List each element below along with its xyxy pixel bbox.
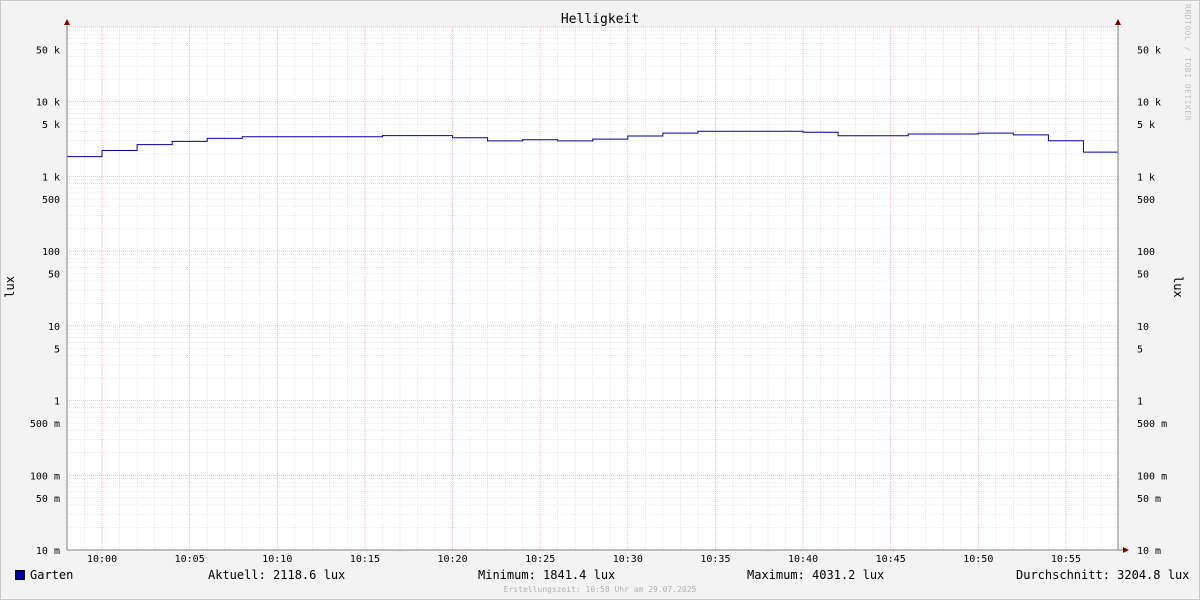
- y-tick-label-right: 50 k: [1137, 45, 1161, 56]
- y-tick-label-left: 10 k: [36, 98, 60, 109]
- x-tick-label: 10:05: [175, 554, 205, 565]
- y-tick-label-left: 100: [42, 247, 60, 258]
- legend-series-name: Garten: [30, 568, 74, 582]
- x-tick-label: 10:00: [87, 554, 117, 565]
- x-tick-label: 10:35: [700, 554, 730, 565]
- y-tick-label-right: 1: [1137, 397, 1143, 408]
- y-tick-label-left: 5: [54, 344, 60, 355]
- y-tick-label-right: 100: [1137, 247, 1155, 258]
- y-tick-label-left: 500: [42, 195, 60, 206]
- y-tick-label-left: 1 k: [42, 172, 60, 183]
- y-axis-label-right: lux: [1171, 276, 1185, 298]
- x-tick-label: 10:25: [525, 554, 555, 565]
- y-axis-arrow-right: [1115, 19, 1121, 25]
- x-tick-label: 10:15: [350, 554, 380, 565]
- y-tick-label-left: 1: [54, 397, 60, 408]
- chart-title: Helligkeit: [561, 12, 639, 27]
- y-tick-label-right: 100 m: [1137, 471, 1167, 482]
- y-axis-label-left: lux: [3, 276, 17, 298]
- y-tick-label-right: 10 m: [1137, 546, 1161, 557]
- rrdtool-watermark: RRDTOOL / TOBI OETIKER: [1183, 4, 1192, 121]
- x-tick-label: 10:20: [437, 554, 467, 565]
- legend-maximum: Maximum: 4031.2 lux: [747, 568, 885, 582]
- y-tick-label-right: 500 m: [1137, 419, 1167, 430]
- brightness-chart: 50 k 50 k 10 k 10 k 5 k 5 k 1 k 1 k 500 500 100 100…: [30, 12, 1167, 565]
- x-tick-label: 10:50: [963, 554, 993, 565]
- legend-minimum: Minimum: 1841.4 lux: [478, 568, 616, 582]
- y-tick-label-left: 5 k: [42, 120, 60, 131]
- legend-durchschnitt: Durchschnitt: 3204.8 lux: [1016, 568, 1190, 582]
- creation-time-footer: Erstellungszeit: 10:58 Uhr am 29.07.2025: [503, 585, 697, 594]
- x-tick-label: 10:30: [613, 554, 643, 565]
- y-axis-arrow-left: [64, 19, 70, 25]
- y-tick-label-right: 50: [1137, 270, 1149, 281]
- legend-aktuell: Aktuell: 2118.6 lux: [208, 568, 346, 582]
- x-tick-label: 10:45: [876, 554, 906, 565]
- y-tick-label-left: 10: [48, 322, 60, 333]
- y-tick-label-left: 500 m: [30, 419, 60, 430]
- y-tick-label-left: 100 m: [30, 471, 60, 482]
- y-tick-label-right: 50 m: [1137, 494, 1161, 505]
- y-tick-label-right: 5 k: [1137, 120, 1155, 131]
- legend-color-swatch: [15, 570, 25, 580]
- y-tick-label-left: 50 m: [36, 494, 60, 505]
- y-tick-label-left: 50: [48, 270, 60, 281]
- x-tick-label: 10:10: [262, 554, 292, 565]
- y-tick-label-right: 10 k: [1137, 98, 1161, 109]
- y-tick-label-right: 10: [1137, 322, 1149, 333]
- x-tick-label: 10:40: [788, 554, 818, 565]
- x-tick-label: 10:55: [1051, 554, 1081, 565]
- y-tick-label-right: 1 k: [1137, 172, 1155, 183]
- y-tick-label-left: 50 k: [36, 45, 60, 56]
- y-tick-label-right: 500: [1137, 195, 1155, 206]
- y-tick-label-right: 5: [1137, 344, 1143, 355]
- y-tick-label-left: 10 m: [36, 546, 60, 557]
- x-axis-arrow: [1123, 547, 1129, 553]
